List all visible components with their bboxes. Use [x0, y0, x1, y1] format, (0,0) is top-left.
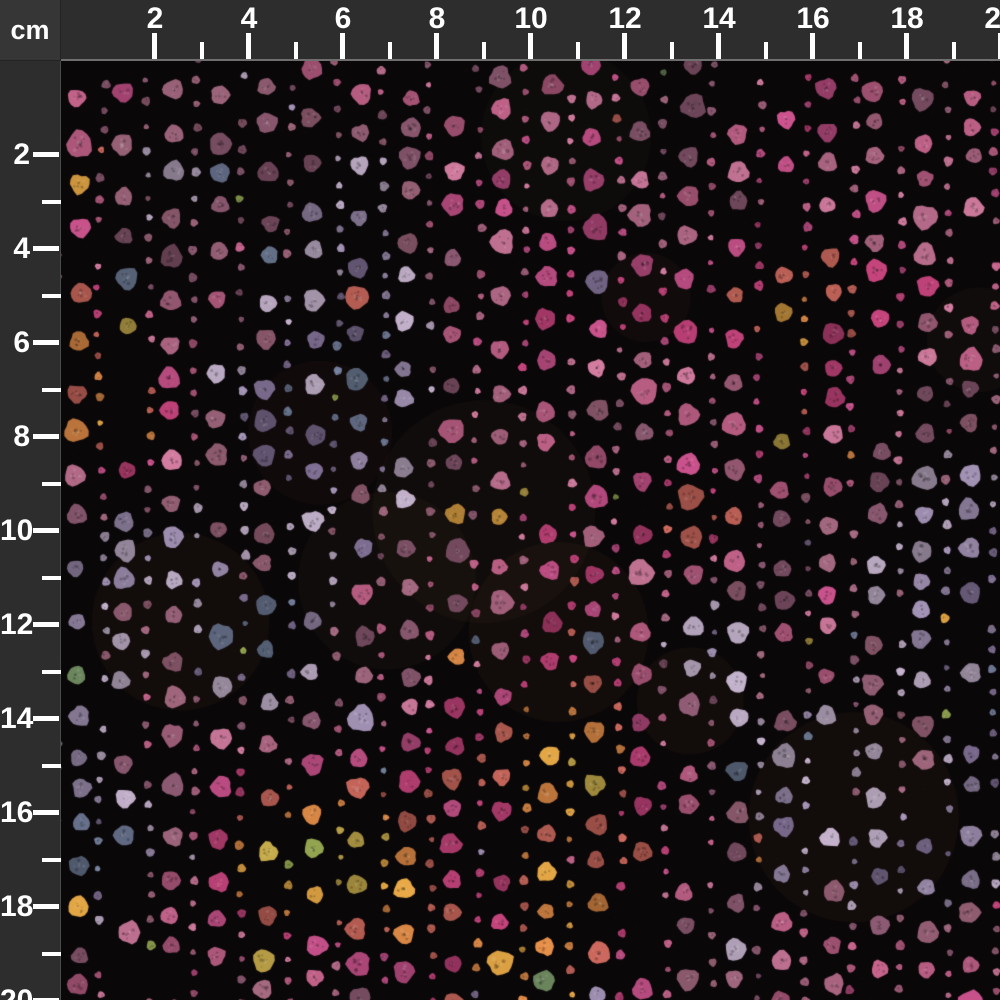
ruler-top-major-tick-18	[904, 33, 909, 59]
ruler-top-major-tick-12	[622, 33, 627, 59]
ruler-left-major-tick-14	[33, 716, 59, 721]
ruler-left-label-6: 6	[0, 328, 30, 358]
ruler-left-major-tick-10	[33, 528, 59, 533]
fabric-swatch-viewer: 2 4 6 8 10 12 14 16 18 20 2 4 6 8 10 12 14 16 18 20 cm	[0, 0, 1000, 1000]
ruler-left-label-16: 16	[0, 798, 30, 828]
ruler-top-minor-tick-9	[482, 42, 486, 59]
ruler-left-minor-tick-15	[42, 764, 61, 768]
ruler-left-label-18: 18	[0, 892, 30, 922]
ruler-top-label-12: 12	[608, 4, 641, 34]
ruler-top-major-tick-6	[340, 33, 345, 59]
ruler-top-label-18: 18	[890, 4, 923, 34]
ruler-top-minor-tick-17	[858, 42, 862, 59]
ruler-left-major-tick-8	[33, 434, 59, 439]
ruler-left-minor-tick-3	[42, 200, 61, 204]
ruler-top-label-8: 8	[429, 4, 446, 34]
ruler-top-minor-tick-13	[670, 42, 674, 59]
ruler-top-minor-tick-7	[388, 42, 392, 59]
ruler-top-label-4: 4	[241, 4, 258, 34]
ruler-left-label-10: 10	[0, 516, 30, 546]
ruler-left-minor-tick-13	[42, 670, 61, 674]
ruler-left-minor-tick-5	[42, 294, 61, 298]
ruler-left-label-8: 8	[0, 422, 30, 452]
ruler-left-major-tick-2	[33, 152, 59, 157]
ruler-top: 2 4 6 8 10 12 14 16 18 20	[61, 0, 1000, 61]
ruler-left-label-12: 12	[0, 610, 30, 640]
ruler-top-label-20: 20	[984, 4, 1000, 34]
ruler-left-major-tick-18	[33, 904, 59, 909]
ruler-top-label-2: 2	[147, 4, 164, 34]
ruler-top-major-tick-2	[152, 33, 157, 59]
fabric-swatch-image	[61, 61, 1000, 1000]
ruler-top-label-14: 14	[702, 4, 735, 34]
ruler-left-minor-tick-17	[42, 858, 61, 862]
ruler-top-major-tick-8	[434, 33, 439, 59]
ruler-top-major-tick-4	[246, 33, 251, 59]
ruler-left-major-tick-12	[33, 622, 59, 627]
ruler-top-minor-tick-11	[576, 42, 580, 59]
ruler-top-label-10: 10	[514, 4, 547, 34]
ruler-top-minor-tick-3	[200, 42, 204, 59]
ruler-top-major-tick-10	[528, 33, 533, 59]
ruler-top-minor-tick-5	[294, 42, 298, 59]
ruler-top-minor-tick-15	[764, 42, 768, 59]
ruler-left-minor-tick-9	[42, 482, 61, 486]
ruler-left-major-tick-6	[33, 340, 59, 345]
ruler-top-label-16: 16	[796, 4, 829, 34]
ruler-left-label-4: 4	[0, 234, 30, 264]
ruler-left-label-2: 2	[0, 140, 30, 170]
ruler-left-major-tick-4	[33, 246, 59, 251]
ruler-top-major-tick-14	[716, 33, 721, 59]
ruler-left-major-tick-16	[33, 810, 59, 815]
ruler-top-major-tick-16	[810, 33, 815, 59]
ruler-left-minor-tick-11	[42, 576, 61, 580]
ruler-left-minor-tick-7	[42, 388, 61, 392]
ruler-left-label-20: 20	[0, 986, 30, 1000]
ruler-top-label-6: 6	[335, 4, 352, 34]
ruler-left: 2 4 6 8 10 12 14 16 18 20	[0, 61, 61, 1000]
ruler-left-minor-tick-19	[42, 952, 61, 956]
ruler-unit-label: cm	[0, 0, 61, 61]
ruler-left-label-14: 14	[0, 704, 30, 734]
ruler-top-minor-tick-19	[952, 42, 956, 59]
